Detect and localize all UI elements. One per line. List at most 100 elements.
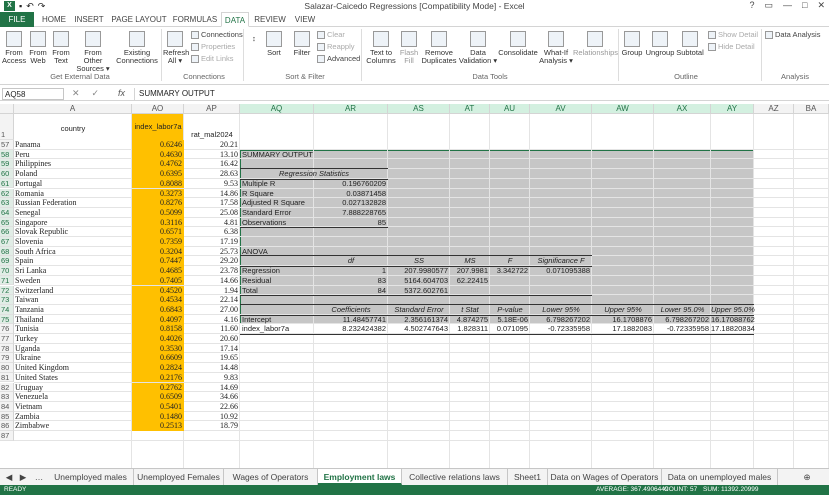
from-web-button[interactable]: From Web [27, 31, 49, 65]
column-header-aq[interactable]: AQ [240, 104, 314, 114]
country-cell[interactable]: Thailand [15, 315, 43, 325]
filter-button[interactable]: Filter [290, 31, 314, 57]
ungroup-button[interactable]: Ungroup [645, 31, 675, 57]
anova-df[interactable]: 84 [314, 286, 388, 296]
anova-f[interactable] [490, 286, 530, 296]
worksheet-grid[interactable]: A AO AP AQ AR AS AT AU AV AW AX AY AZ BA 1 country index… [0, 104, 829, 468]
tab-review[interactable]: REVIEW [252, 12, 288, 27]
country-cell[interactable]: Philippines [15, 159, 51, 169]
anova-header[interactable]: F [490, 256, 530, 266]
sheet-tab[interactable]: Wages of Operators [224, 469, 318, 485]
index-labor7a-cell[interactable]: 0.6246 [132, 140, 184, 150]
sort-button[interactable]: Sort [264, 31, 284, 57]
country-cell[interactable]: Slovak Republic [15, 227, 68, 237]
sheet-tab[interactable]: Sheet1 [508, 469, 548, 485]
enter-icon[interactable]: ✓ [92, 88, 100, 99]
prev-sheet-icon[interactable]: ◀ [2, 469, 16, 485]
rat-mal2024-cell[interactable]: 14.69 [184, 383, 240, 393]
from-text-button[interactable]: From Text [50, 31, 72, 65]
name-box[interactable]: AQ58 [2, 88, 64, 100]
index-labor7a-cell[interactable]: 0.4685 [132, 266, 184, 276]
rat-mal2024-cell[interactable]: 14.86 [184, 189, 240, 199]
rat-mal2024-cell[interactable]: 20.60 [184, 334, 240, 344]
country-cell[interactable]: United Kingdom [15, 363, 69, 373]
row-header[interactable]: 65 [0, 217, 14, 228]
group-button[interactable]: Group [621, 31, 643, 57]
header-index-labor7a[interactable]: index_labor7a [132, 114, 184, 140]
index-labor7a-cell[interactable]: 0.5099 [132, 207, 184, 218]
reapply-button[interactable]: Reapply [317, 42, 355, 52]
coef-value[interactable]: 1.828311 [450, 324, 490, 334]
country-cell[interactable]: Tanzania [15, 305, 44, 315]
coef-row-label[interactable]: index_labor7a [240, 324, 314, 334]
coef-value[interactable]: 2.356161374 [388, 315, 450, 325]
coef-header[interactable]: Upper 95% [592, 305, 654, 315]
country-cell[interactable]: Ukraine [15, 353, 41, 363]
flash-fill-button[interactable]: Flash Fill [399, 31, 419, 65]
insert-function-button[interactable]: fx [118, 88, 125, 98]
column-header-ap[interactable]: AP [184, 104, 240, 114]
country-cell[interactable]: Zimbabwe [15, 421, 49, 431]
rat-mal2024-cell[interactable]: 11.60 [184, 324, 240, 334]
coef-header[interactable]: P-value [490, 305, 530, 315]
rat-mal2024-cell[interactable]: 17.14 [184, 344, 240, 354]
index-labor7a-cell[interactable]: 0.6609 [132, 353, 184, 364]
country-cell[interactable]: Singapore [15, 218, 47, 228]
column-header-av[interactable]: AV [530, 104, 592, 114]
coef-header[interactable]: t Stat [450, 305, 490, 315]
row-header[interactable]: 61 [0, 178, 14, 189]
rat-mal2024-cell[interactable]: 18.79 [184, 421, 240, 431]
anova-significance[interactable]: 0.071095388 [530, 266, 592, 276]
row-header[interactable]: 77 [0, 334, 14, 344]
country-cell[interactable]: Senegal [15, 208, 40, 218]
stat-label[interactable]: Standard Error [240, 208, 314, 218]
row-header[interactable]: 86 [0, 421, 14, 431]
coef-header[interactable]: Lower 95% [530, 305, 592, 315]
column-header-ar[interactable]: AR [314, 104, 388, 114]
row-header[interactable]: 62 [0, 188, 14, 199]
rat-mal2024-cell[interactable]: 19.65 [184, 353, 240, 363]
anova-df[interactable]: 83 [314, 276, 388, 286]
index-labor7a-cell[interactable]: 0.2513 [132, 421, 184, 431]
row-header[interactable]: 78 [0, 343, 14, 354]
existing-connections-button[interactable]: Existing Connections [114, 31, 160, 65]
sheet-tab[interactable]: Unemployed Females [134, 469, 224, 485]
coef-header[interactable]: Coefficients [314, 305, 388, 315]
index-labor7a-cell[interactable]: 0.7447 [132, 256, 184, 267]
summary-output-title[interactable]: SUMMARY OUTPUT [240, 150, 314, 160]
anova-significance[interactable] [530, 276, 592, 286]
row-header[interactable]: 82 [0, 382, 14, 393]
country-cell[interactable]: Taiwan [15, 295, 38, 305]
index-labor7a-cell[interactable]: 0.5401 [132, 401, 184, 412]
country-cell[interactable]: Panama [15, 140, 40, 150]
rat-mal2024-cell[interactable]: 23.78 [184, 266, 240, 276]
select-all-corner[interactable] [0, 104, 14, 114]
tab-file[interactable]: FILE [0, 12, 34, 27]
index-labor7a-cell[interactable]: 0.8158 [132, 324, 184, 334]
stat-label[interactable]: R Square [240, 189, 314, 199]
column-header-as[interactable]: AS [388, 104, 450, 114]
advanced-button[interactable]: Advanced [317, 54, 360, 64]
rat-mal2024-cell[interactable]: 14.66 [184, 276, 240, 286]
rat-mal2024-cell[interactable]: 9.83 [184, 373, 240, 383]
show-detail-button[interactable]: Show Detail [708, 30, 758, 40]
country-cell[interactable]: Portugal [15, 179, 42, 189]
row-header[interactable]: 79 [0, 353, 14, 364]
coef-value[interactable]: 4.874275 [450, 315, 490, 325]
tab-formulas[interactable]: FORMULAS [171, 12, 219, 27]
country-cell[interactable]: Romania [15, 189, 44, 199]
coef-value[interactable]: 16.17088762 [711, 315, 755, 325]
coef-value[interactable]: 17.1882083 [592, 324, 654, 334]
rat-mal2024-cell[interactable]: 17.58 [184, 198, 240, 208]
anova-df[interactable]: 1 [314, 266, 388, 276]
coef-value[interactable]: 17.18820834 [711, 324, 755, 334]
country-cell[interactable]: Tunisia [15, 324, 39, 334]
row-header[interactable]: 72 [0, 285, 14, 296]
index-labor7a-cell[interactable]: 0.7405 [132, 275, 184, 286]
consolidate-button[interactable]: Consolidate [498, 31, 538, 57]
rat-mal2024-cell[interactable]: 17.19 [184, 237, 240, 247]
stat-label[interactable]: Multiple R [240, 179, 314, 189]
refresh-all-button[interactable]: Refresh All ▾ [163, 31, 189, 65]
tab-insert[interactable]: INSERT [72, 12, 106, 27]
column-header-au[interactable]: AU [490, 104, 530, 114]
